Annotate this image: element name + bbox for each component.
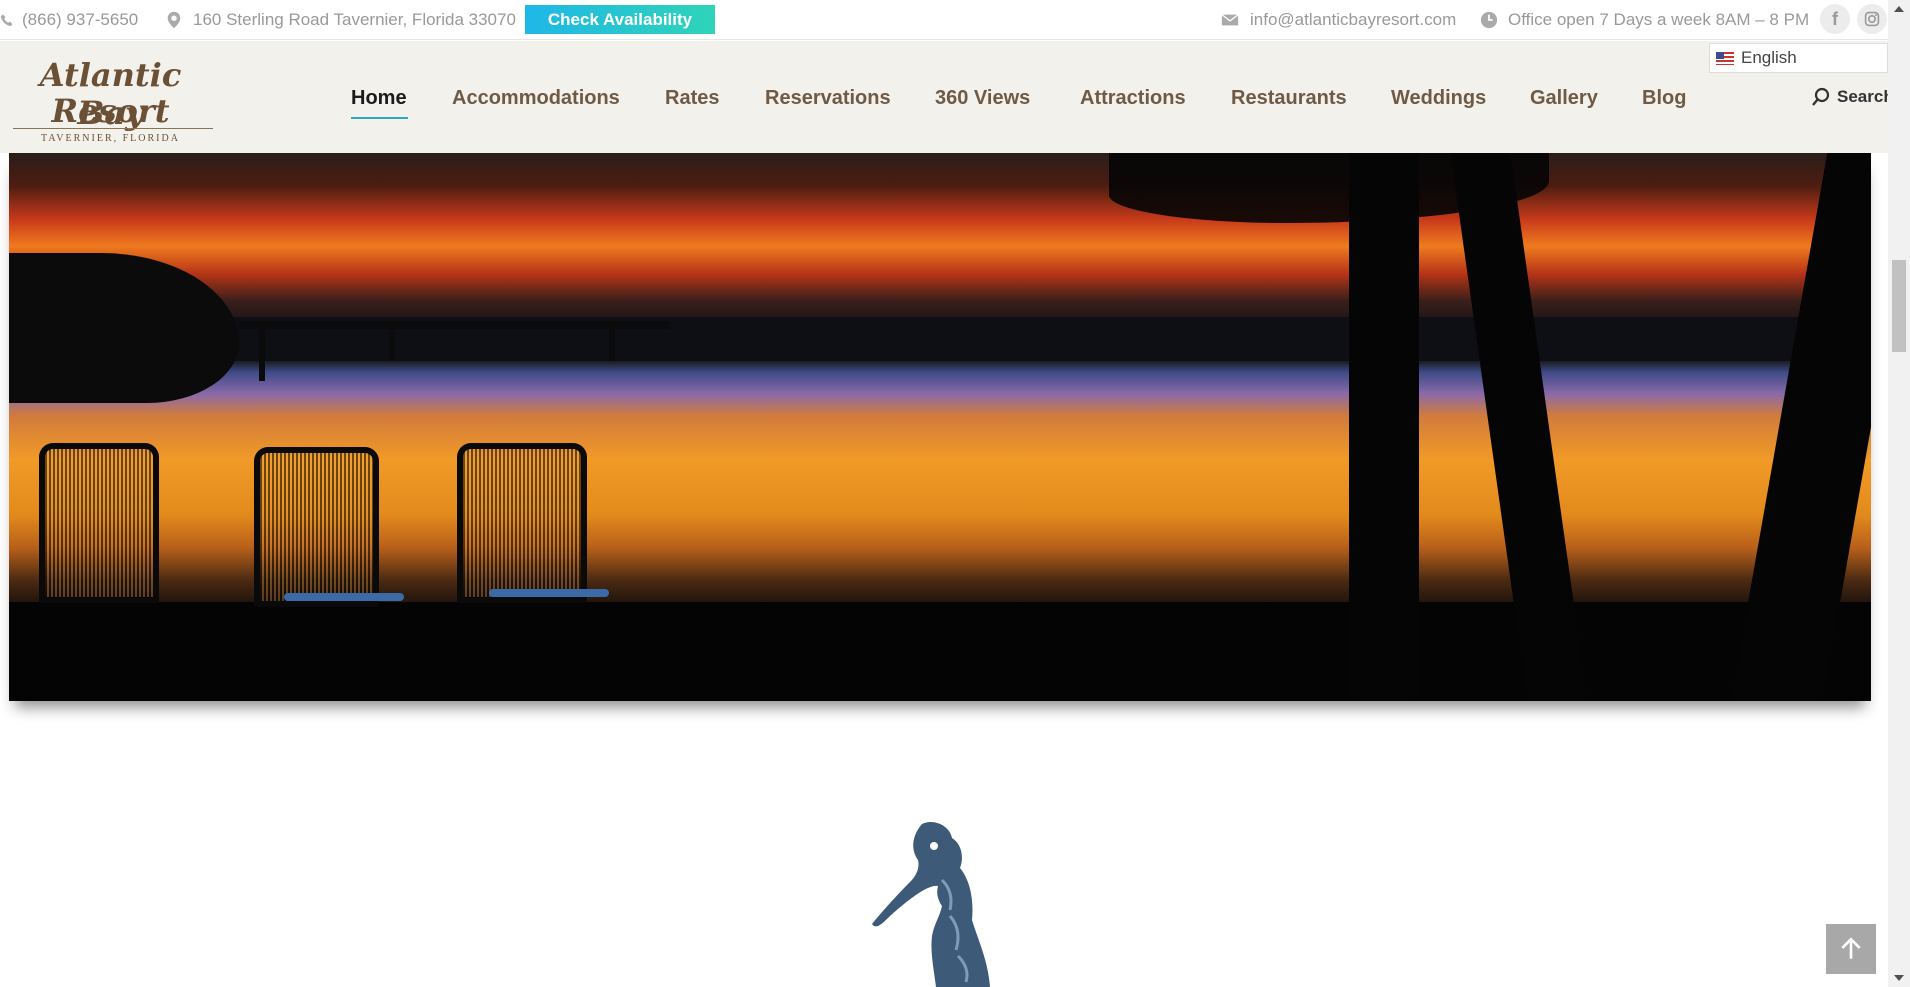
- email-link[interactable]: info@atlanticbayresort.com: [1220, 0, 1456, 40]
- search-icon: [1812, 87, 1830, 106]
- hero-mangroves: [9, 253, 239, 403]
- seahorse-icon: [872, 821, 990, 987]
- mail-icon: [1221, 14, 1239, 26]
- logo-tagline: TAVERNIER, FLORIDA: [41, 133, 180, 144]
- clock-icon: [1480, 11, 1498, 29]
- address-link[interactable]: 160 Sterling Road Tavernier, Florida 330…: [165, 0, 516, 40]
- page-scrollbar[interactable]: [1888, 0, 1910, 987]
- us-flag-icon: [1716, 51, 1734, 65]
- scrollbar-thumb[interactable]: [1892, 260, 1906, 352]
- hero-chair: [457, 443, 587, 603]
- email-text: info@atlanticbayresort.com: [1250, 10, 1457, 29]
- scroll-down-arrow-icon[interactable]: [1894, 975, 1904, 981]
- facebook-icon[interactable]: f: [1820, 4, 1850, 34]
- active-nav-underline: [351, 117, 408, 119]
- top-bar: (866) 937-5650 160 Sterling Road Taverni…: [0, 0, 1888, 40]
- nav-item-attractions[interactable]: Attractions: [1080, 87, 1186, 110]
- instagram-icon[interactable]: [1857, 4, 1887, 34]
- scroll-up-arrow-icon[interactable]: [1894, 6, 1904, 12]
- search-label: Search: [1837, 87, 1894, 106]
- nav-item-gallery[interactable]: Gallery: [1530, 87, 1598, 110]
- hero-dock: [239, 321, 669, 329]
- nav-item-accommodations[interactable]: Accommodations: [452, 87, 620, 110]
- hero-dock-post: [259, 321, 265, 381]
- phone-link[interactable]: (866) 937-5650: [0, 0, 138, 40]
- logo-rule: [13, 128, 213, 129]
- hero-chair-cushion: [489, 589, 609, 597]
- office-hours: Office open 7 Days a week 8AM – 8 PM: [1480, 0, 1809, 40]
- nav-item-reservations[interactable]: Reservations: [765, 87, 891, 110]
- check-availability-button[interactable]: Check Availability: [525, 5, 715, 34]
- phone-icon: [0, 14, 13, 27]
- language-selector[interactable]: English: [1709, 43, 1888, 73]
- logo-line-2: Resort: [51, 92, 170, 130]
- site-logo[interactable]: Atlantic Bay Resort TAVERNIER, FLORIDA: [3, 50, 218, 146]
- main-header: Atlantic Bay Resort TAVERNIER, FLORIDA E…: [0, 41, 1894, 153]
- search-button[interactable]: Search: [1811, 87, 1894, 107]
- instagram-glyph-icon: [1864, 11, 1880, 27]
- hero-chair-cushion: [284, 593, 404, 601]
- hero-dock-post: [609, 321, 615, 361]
- scroll-to-top-button[interactable]: [1826, 924, 1876, 974]
- hero-shore: [9, 602, 1871, 701]
- hero-chair: [39, 443, 159, 603]
- hero-dock-post: [389, 321, 395, 361]
- arrow-up-icon: [1841, 937, 1861, 959]
- hero-palm-trunk: [1349, 153, 1419, 701]
- hero-sunset-image: [9, 153, 1871, 701]
- nav-item-weddings[interactable]: Weddings: [1391, 87, 1486, 110]
- nav-item-360-views[interactable]: 360 Views: [935, 87, 1030, 110]
- nav-item-blog[interactable]: Blog: [1642, 87, 1686, 110]
- nav-item-rates[interactable]: Rates: [665, 87, 719, 110]
- location-pin-icon: [167, 11, 181, 29]
- nav-item-restaurants[interactable]: Restaurants: [1231, 87, 1347, 110]
- nav-item-home[interactable]: Home: [351, 87, 407, 110]
- page: (866) 937-5650 160 Sterling Road Taverni…: [0, 0, 1910, 987]
- hero-chair: [254, 447, 379, 607]
- language-label: English: [1741, 48, 1797, 67]
- office-hours-text: Office open 7 Days a week 8AM – 8 PM: [1508, 10, 1810, 29]
- address-text: 160 Sterling Road Tavernier, Florida 330…: [193, 10, 516, 29]
- phone-number: (866) 937-5650: [22, 10, 139, 29]
